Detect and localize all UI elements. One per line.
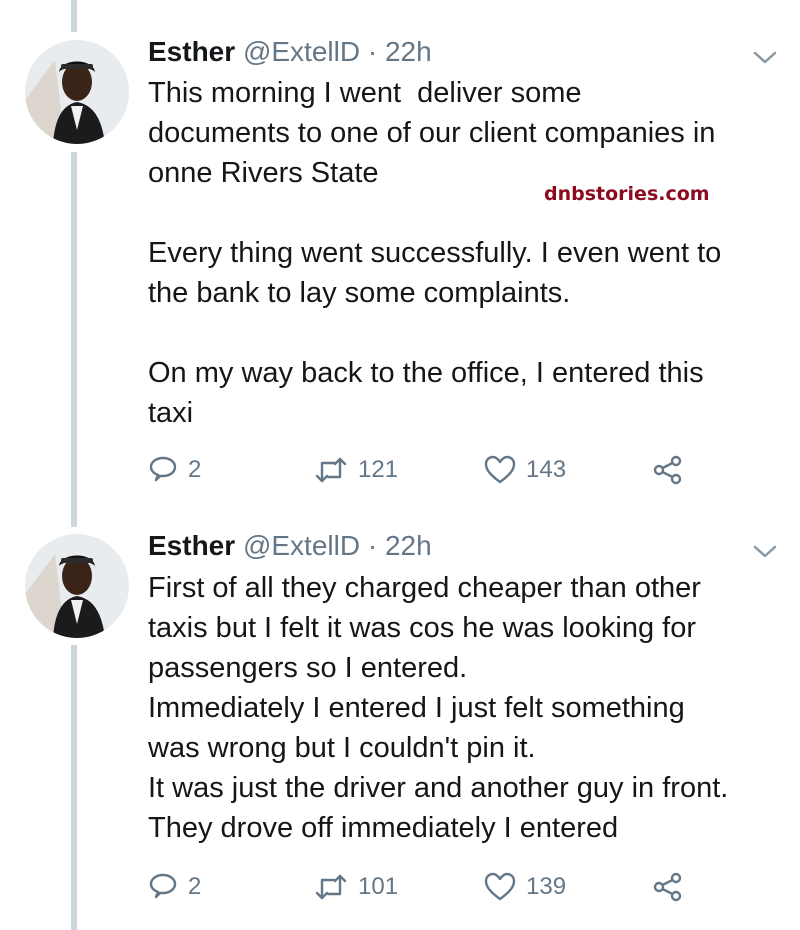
retweet-count: 101 <box>358 873 399 900</box>
share-icon <box>653 872 682 902</box>
reply-count: 2 <box>188 456 202 483</box>
retweet-icon <box>315 874 347 900</box>
retweet-button[interactable]: 101 <box>314 867 398 907</box>
tweet[interactable]: Esther @ExtellD · 22h First of all they … <box>0 510 800 930</box>
tweet[interactable]: Esther @ExtellD · 22h This morning I wen… <box>0 0 800 510</box>
like-icon <box>484 872 516 901</box>
reply-button[interactable]: 2 <box>148 867 201 907</box>
like-count: 139 <box>526 873 567 900</box>
avatar[interactable] <box>25 534 129 638</box>
reply-icon <box>149 873 177 899</box>
timestamp[interactable]: 22h <box>385 530 432 561</box>
tweet-header: Esther @ExtellD · 22h <box>148 36 432 68</box>
tweet-header: Esther @ExtellD · 22h <box>148 530 432 562</box>
tweet-actions: 2 101 139 <box>148 867 788 907</box>
like-icon <box>484 455 516 484</box>
retweet-icon <box>315 457 347 483</box>
chevron-down-icon[interactable] <box>752 49 778 67</box>
like-button[interactable]: 139 <box>484 867 566 907</box>
reply-count: 2 <box>188 873 202 900</box>
author-name[interactable]: Esther <box>148 530 235 561</box>
separator-dot: · <box>367 530 378 561</box>
timestamp[interactable]: 22h <box>385 36 432 67</box>
share-button[interactable] <box>652 867 684 907</box>
tweet-text: First of all they charged cheaper than o… <box>148 572 729 844</box>
author-handle[interactable]: @ExtellD <box>243 36 360 67</box>
watermark: dnbstories.com <box>544 183 710 205</box>
reply-icon <box>149 456 177 482</box>
reply-button[interactable]: 2 <box>148 450 201 490</box>
retweet-button[interactable]: 121 <box>314 450 398 490</box>
retweet-count: 121 <box>358 456 399 483</box>
like-count: 143 <box>526 456 567 483</box>
tweet-text: This morning I went deliver some documen… <box>148 77 722 429</box>
author-handle[interactable]: @ExtellD <box>243 530 360 561</box>
like-button[interactable]: 143 <box>484 450 566 490</box>
share-button[interactable] <box>652 450 684 490</box>
author-name[interactable]: Esther <box>148 36 235 67</box>
tweet-actions: 2 121 143 <box>148 450 788 490</box>
share-icon <box>653 455 682 485</box>
avatar[interactable] <box>25 40 129 144</box>
separator-dot: · <box>367 36 378 67</box>
chevron-down-icon[interactable] <box>752 543 778 561</box>
